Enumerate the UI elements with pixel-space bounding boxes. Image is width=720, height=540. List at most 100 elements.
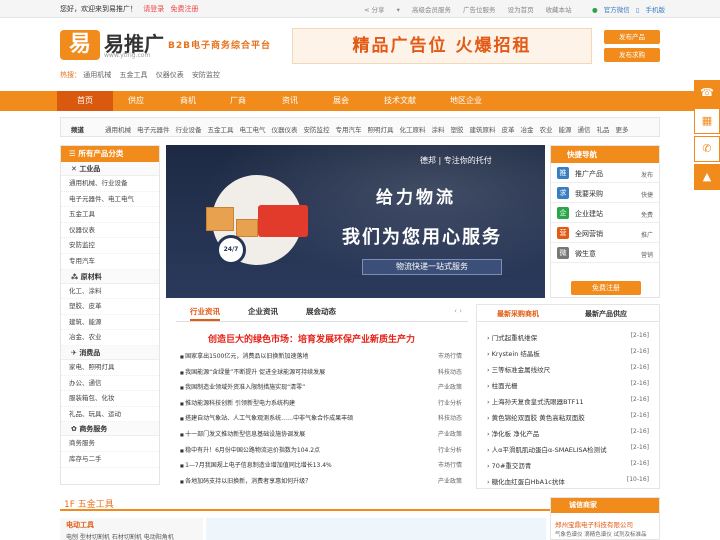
category-item[interactable]: 专用汽车 (61, 254, 159, 270)
category-item[interactable]: 冶金、农业 (61, 330, 159, 346)
news-item[interactable]: ■ 各地加码支持以旧换新，消费者享惠如何升级？ 产业政策 (180, 476, 462, 488)
quick-nav-action[interactable]: 发布 (641, 170, 653, 179)
category-item[interactable]: 通用机械、行业设备 (61, 176, 159, 192)
category-item[interactable]: 电子元器件、电工电气 (61, 192, 159, 208)
tab-expo-news[interactable]: 展会动态 (306, 306, 336, 317)
floor-links[interactable]: 电刨 型材切割机 石材切割机 电动阳角机 (66, 532, 174, 540)
channel-item[interactable]: 五金工具 (208, 126, 234, 134)
tab-latest-purchase[interactable]: 最新采购商机 (497, 309, 539, 319)
category-item[interactable]: 仪器仪表 (61, 223, 159, 239)
tab-industry-news[interactable]: 行业资讯 (190, 306, 220, 321)
supply-item[interactable]: › 净化板 净化产品 [2-16] (487, 428, 649, 442)
channel-item[interactable]: 照明灯具 (368, 126, 394, 134)
news-headline[interactable]: 创造巨大的绿色市场：培育发展环保产业新质生产力 (208, 332, 415, 345)
category-section[interactable]: ✈ 消费品 (61, 345, 159, 360)
tab-latest-supply[interactable]: 最新产品供应 (585, 309, 627, 319)
quick-nav-item[interactable]: 推推广产品 发布 (551, 163, 659, 183)
login-link[interactable]: 请登录 (143, 5, 164, 13)
category-item[interactable]: 五金工具 (61, 207, 159, 223)
channel-item[interactable]: 涂料 (432, 126, 445, 134)
topbar-link-fav[interactable]: 收藏本站 (546, 6, 572, 14)
news-arrows[interactable]: ‹ › (454, 307, 462, 315)
supply-item[interactable]: › 上海孙天复食皇式洗眼器BTF11 [2-16] (487, 396, 649, 410)
nav-item-business[interactable]: 商机 (160, 91, 216, 111)
channel-item[interactable]: 能源 (559, 126, 572, 134)
channel-item[interactable]: 化工原料 (400, 126, 426, 134)
topbar-link-ad[interactable]: 广告位服务 (463, 6, 496, 14)
topbar-link-vip[interactable]: 高级会员服务 (412, 6, 451, 14)
hero-banner[interactable]: 24/7 德邦 | 专注你的托付 给力物流 我们为您用心服务 物流快递一站式服务 (166, 145, 545, 298)
category-item[interactable]: 建筑、能源 (61, 315, 159, 331)
mobile-icon[interactable]: ✆ (694, 136, 720, 162)
quick-nav-item[interactable]: 求我要采购 快捷 (551, 183, 659, 203)
supply-item[interactable]: › 人α平滑肌肌动蛋白α-SMAELISA检测试 [2-16] (487, 444, 649, 458)
category-section[interactable]: ⁂ 原材料 (61, 269, 159, 284)
tab-company-news[interactable]: 企业资讯 (248, 306, 278, 317)
news-item[interactable]: ■ 搭建自动气象站、人工气象观测系统……中非气象合作成果丰硕 科技动态 (180, 413, 462, 425)
supply-item[interactable]: › 糖化血红蛋白HbA1c抗体 [10-16] (487, 476, 649, 490)
quick-nav-action[interactable]: 快捷 (641, 190, 653, 199)
channel-item[interactable]: 专用汽车 (336, 126, 362, 134)
share-link[interactable]: ⋖ 分享 ▾ (364, 6, 400, 14)
news-item[interactable]: ■ 我国能源“含绿量”不断提升 促进全球能源可持续发展 科技动态 (180, 367, 462, 379)
quick-nav-action[interactable]: 营销 (641, 250, 653, 259)
channel-item[interactable]: 建筑原料 (470, 126, 496, 134)
supply-item[interactable]: › 三等标准金属线纹尺 [2-16] (487, 364, 649, 378)
wechat-link[interactable]: 官方微信 (604, 6, 630, 14)
category-item[interactable]: 塑胶、皮革 (61, 299, 159, 315)
hot-search-item[interactable]: 仪器仪表 (156, 71, 184, 79)
nav-item-manufacturer[interactable]: 厂商 (210, 91, 266, 111)
nav-item-home[interactable]: 首页 (57, 91, 113, 111)
news-item[interactable]: ■ 稳中有升！6月份中国公路物流运价指数为104.2点 行业分析 (180, 445, 462, 457)
mobile-link[interactable]: 手机版 (645, 6, 665, 14)
channel-item[interactable]: 仪器仪表 (272, 126, 298, 134)
quick-nav-action[interactable]: 免费 (641, 210, 653, 219)
category-item[interactable]: 安防监控 (61, 238, 159, 254)
phone-icon[interactable]: ☎ (694, 80, 720, 106)
category-item[interactable]: 化工、涂料 (61, 284, 159, 300)
channel-item[interactable]: 通用机械 (105, 126, 131, 134)
header-ad-banner[interactable]: 精品广告位 火爆招租 (292, 28, 592, 64)
channel-item[interactable]: 农业 (540, 126, 553, 134)
channel-item[interactable]: 皮革 (502, 126, 515, 134)
quick-nav-item[interactable]: 微微生意 营销 (551, 243, 659, 263)
wechat-icon[interactable]: ▦ (694, 108, 720, 134)
channel-item[interactable]: 行业设备 (176, 126, 202, 134)
hot-search-item[interactable]: 通用机械 (83, 71, 111, 79)
hot-search-item[interactable]: 五金工具 (119, 71, 147, 79)
top-icon[interactable]: ▲ (694, 164, 720, 190)
logo-icon[interactable]: 易 (60, 30, 100, 60)
hot-search-item[interactable]: 安防监控 (192, 71, 220, 79)
quick-nav-item[interactable]: 企企业建站 免费 (551, 203, 659, 223)
nav-item-expo[interactable]: 展会 (313, 91, 369, 111)
category-section[interactable]: ✿ 商务服务 (61, 422, 159, 437)
category-item[interactable]: 服装箱包、化妆 (61, 391, 159, 407)
news-item[interactable]: ■ 十一部门发文推动新型信息基础设施协调发展 产业政策 (180, 429, 462, 441)
news-item[interactable]: ■ 1—7月我国规上电子信息制造业增加值同比增长13.4% 市场行情 (180, 460, 462, 472)
floor-sub-title[interactable]: 电动工具 (66, 520, 94, 530)
topbar-link-home[interactable]: 设为首页 (508, 6, 534, 14)
category-item[interactable]: 礼品、玩具、运动 (61, 407, 159, 423)
supply-item[interactable]: › Krystein 结晶板 [2-16] (487, 348, 649, 362)
news-item[interactable]: ■ 国家拿出1500亿元，消费品以旧换新加速落地 市场行情 (180, 351, 462, 363)
category-item[interactable]: 商务服务 (61, 436, 159, 452)
news-item[interactable]: ■ 推动能源科技创新 引领新型电力系统构建 行业分析 (180, 398, 462, 410)
channel-item[interactable]: 电子元器件 (137, 126, 170, 134)
channel-item[interactable]: 冶金 (521, 126, 534, 134)
nav-item-supply[interactable]: 供应 (108, 91, 164, 111)
category-item[interactable]: 家电、照明灯具 (61, 360, 159, 376)
supply-item[interactable]: › 门式起重机维保 [2-16] (487, 332, 649, 346)
channel-item[interactable]: 礼品 (597, 126, 610, 134)
business-name[interactable]: 郑州宝鼎电子科技有限公司 (555, 519, 633, 529)
free-register-button[interactable]: 免费注册 (571, 281, 641, 295)
supply-item[interactable]: › 柱面光栅 [2-16] (487, 380, 649, 394)
register-link[interactable]: 免费注册 (170, 5, 198, 13)
nav-item-region[interactable]: 地区企业 (438, 91, 494, 111)
quick-nav-action[interactable]: 推广 (641, 230, 653, 239)
quick-nav-item[interactable]: 营全网营销 推广 (551, 223, 659, 243)
category-item[interactable]: 办公、通信 (61, 376, 159, 392)
supply-item[interactable]: › 黄色锦纶双面胶 黄色高粘双面胶 [2-16] (487, 412, 649, 426)
channel-item[interactable]: 塑胶 (451, 126, 464, 134)
category-section[interactable]: ✕ 工业品 (61, 162, 159, 176)
channel-item[interactable]: 通信 (578, 126, 591, 134)
